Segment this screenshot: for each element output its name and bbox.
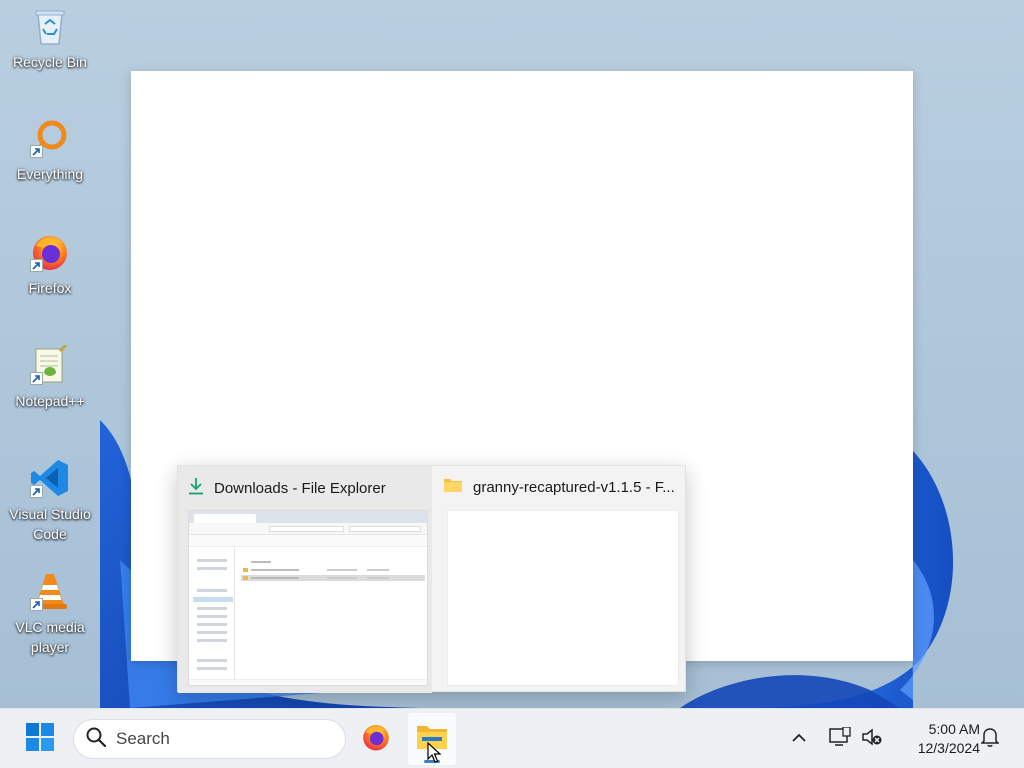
shortcut-arrow-icon: [30, 259, 43, 272]
shortcut-arrow-icon: [30, 145, 43, 158]
desktop-icon-vscode[interactable]: Visual Studio Code: [2, 458, 98, 544]
desktop-icon-label: Visual Studio Code: [9, 506, 91, 542]
bell-icon: [980, 727, 1000, 752]
desktop-icon-label: Recycle Bin: [13, 54, 87, 70]
taskbar-clock[interactable]: 5:00 AM 12/3/2024: [894, 719, 980, 759]
desktop-icon-firefox[interactable]: Firefox: [2, 232, 98, 298]
shortcut-arrow-icon: [30, 372, 43, 385]
thumbnail-preview-image: [447, 510, 679, 686]
desktop-icon-label: VLC media player: [15, 619, 85, 655]
search-input[interactable]: [116, 729, 316, 749]
thumbnail-preview-image: [188, 510, 428, 686]
desktop-icon-label: Firefox: [28, 280, 72, 296]
notepad-plus-plus-icon: [30, 345, 70, 385]
thumbnail-title: Downloads - File Explorer: [214, 480, 386, 497]
firefox-icon: [30, 232, 70, 272]
recycle-bin-icon: [30, 6, 70, 46]
file-explorer-icon: [416, 723, 448, 756]
download-arrow-icon: [188, 477, 204, 500]
taskbar-file-explorer-button[interactable]: [408, 713, 456, 765]
taskbar-firefox-button[interactable]: [354, 717, 398, 761]
chevron-up-icon: [791, 730, 807, 748]
notifications-button[interactable]: [974, 723, 1006, 755]
desktop-icon-notepad-plus-plus[interactable]: Notepad++: [2, 345, 98, 411]
volume-button[interactable]: [856, 723, 888, 755]
network-monitor-icon: [829, 725, 851, 752]
desktop-icon-label: Notepad++: [15, 393, 85, 409]
folder-icon: [443, 477, 463, 498]
thumbnail-granny-folder[interactable]: granny-recaptured-v1.1.5 - F...: [433, 466, 687, 693]
taskbar: 5:00 AM 12/3/2024: [0, 708, 1024, 768]
active-app-indicator: [424, 760, 440, 763]
thumbnail-downloads-explorer[interactable]: Downloads - File Explorer: [178, 466, 432, 693]
volume-muted-icon: [861, 727, 883, 752]
desktop-icon-recycle-bin[interactable]: Recycle Bin: [2, 6, 98, 72]
taskbar-thumbnail-popup: Downloads - File Explorer granny-recaptu…: [177, 465, 687, 693]
start-button[interactable]: [18, 717, 62, 761]
firefox-icon: [361, 722, 391, 757]
search-icon: [86, 727, 107, 752]
everything-search-icon: [30, 118, 70, 158]
clock-date: 12/3/2024: [917, 740, 980, 756]
shortcut-arrow-icon: [30, 598, 43, 611]
network-status-button[interactable]: [824, 723, 856, 755]
taskbar-search-box[interactable]: [73, 719, 346, 759]
desktop-icon-everything[interactable]: Everything: [2, 118, 98, 184]
windows-start-icon: [25, 722, 55, 757]
desktop-icon-vlc[interactable]: VLC media player: [2, 571, 98, 657]
shortcut-arrow-icon: [30, 485, 43, 498]
desktop-icon-label: Everything: [16, 166, 84, 182]
vlc-icon: [30, 571, 70, 611]
thumbnail-title: granny-recaptured-v1.1.5 - F...: [473, 479, 675, 496]
show-hidden-icons-button[interactable]: [783, 723, 815, 755]
clock-time: 5:00 AM: [928, 721, 980, 737]
vscode-icon: [30, 458, 70, 498]
